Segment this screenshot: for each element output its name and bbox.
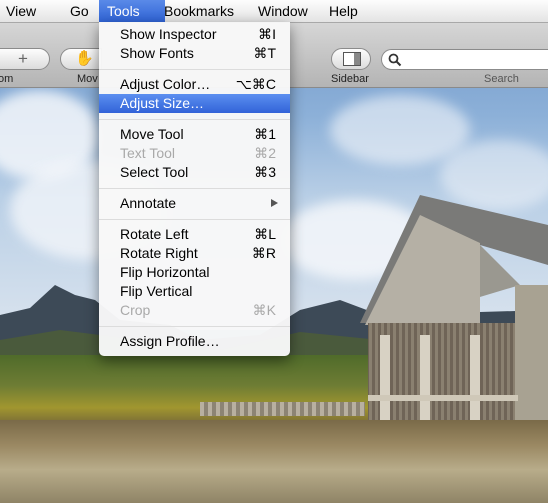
sidebar-label: Sidebar: [331, 73, 369, 85]
move-label: Mov: [77, 73, 98, 85]
menu-view[interactable]: View: [0, 0, 44, 22]
menu-help[interactable]: Help: [321, 0, 366, 22]
menu-item-adjust-size[interactable]: Adjust Size…: [99, 94, 290, 113]
jetty: [200, 402, 365, 416]
lake-water: [0, 420, 548, 503]
menu-item-rotate-right[interactable]: Rotate Right ⌘R: [99, 244, 290, 263]
menu-bookmarks[interactable]: Bookmarks: [156, 0, 242, 22]
menu-separator: [99, 188, 290, 189]
hand-icon: ✋: [75, 50, 94, 67]
sidebar-icon: [343, 52, 361, 66]
search-label: Search: [484, 73, 519, 85]
plus-icon: +: [18, 49, 28, 68]
menu-item-show-inspector[interactable]: Show Inspector ⌘I: [99, 25, 290, 44]
menu-item-select-tool[interactable]: Select Tool ⌘3: [99, 163, 290, 182]
menu-item-adjust-color[interactable]: Adjust Color… ⌥⌘C: [99, 75, 290, 94]
zoom-in-button[interactable]: +: [0, 48, 50, 70]
menu-item-assign-profile[interactable]: Assign Profile…: [99, 332, 290, 351]
magnifier-icon: [388, 53, 402, 67]
menu-item-rotate-left[interactable]: Rotate Left ⌘L: [99, 225, 290, 244]
move-tool-button[interactable]: ✋: [60, 48, 102, 70]
menu-separator: [99, 219, 290, 220]
menu-item-annotate[interactable]: Annotate: [99, 194, 290, 213]
search-field[interactable]: [381, 49, 548, 70]
menu-item-crop[interactable]: Crop ⌘K: [99, 301, 290, 320]
shore-vegetation: [0, 355, 420, 430]
menu-separator: [99, 69, 290, 70]
menu-window[interactable]: Window: [250, 0, 316, 22]
boathouse: [360, 195, 548, 445]
menu-bar: View Go Tools Bookmarks Window Help: [0, 0, 548, 23]
menu-item-text-tool[interactable]: Text Tool ⌘2: [99, 144, 290, 163]
menu-item-show-fonts[interactable]: Show Fonts ⌘T: [99, 44, 290, 63]
tools-menu: Show Inspector ⌘I Show Fonts ⌘T Adjust C…: [99, 22, 290, 356]
menu-separator: [99, 326, 290, 327]
menu-separator: [99, 119, 290, 120]
sidebar-button[interactable]: [331, 48, 371, 70]
menu-item-flip-vertical[interactable]: Flip Vertical: [99, 282, 290, 301]
menu-item-flip-horizontal[interactable]: Flip Horizontal: [99, 263, 290, 282]
submenu-arrow-icon: [271, 199, 278, 207]
menu-go[interactable]: Go: [62, 0, 97, 22]
menu-item-move-tool[interactable]: Move Tool ⌘1: [99, 125, 290, 144]
zoom-label: om: [0, 73, 14, 85]
